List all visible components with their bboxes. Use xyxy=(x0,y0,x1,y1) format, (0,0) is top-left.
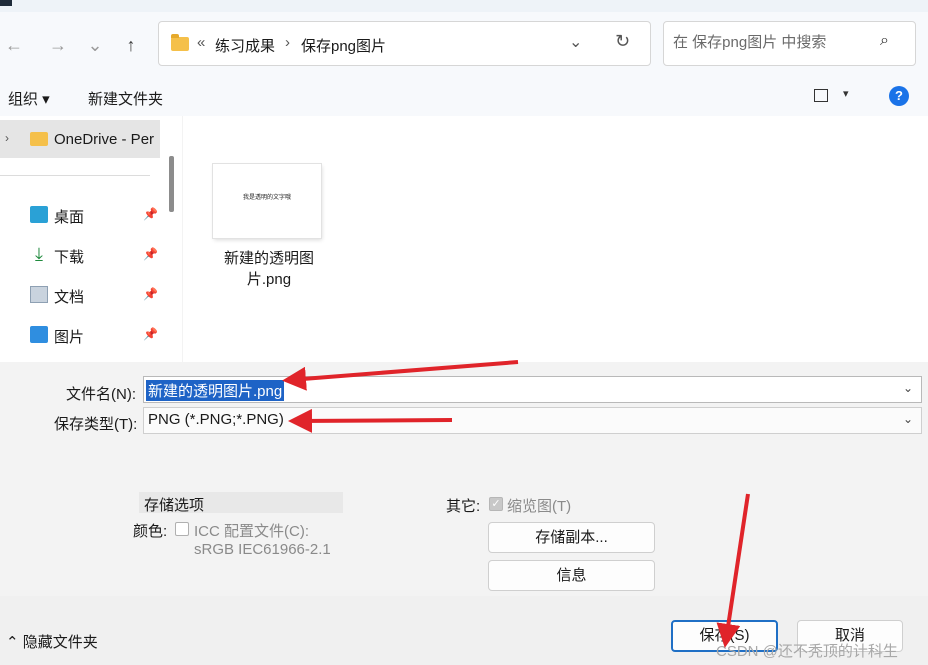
chevron-down-icon[interactable]: ⌄ xyxy=(903,381,913,395)
window-icon-fragment xyxy=(0,0,12,6)
chevron-right-icon[interactable]: › xyxy=(285,34,290,51)
pin-icon[interactable]: 📌 xyxy=(143,247,158,261)
filename-field[interactable]: 新建的透明图片.png ⌄ xyxy=(143,376,922,403)
icc-value: sRGB IEC61966-2.1 xyxy=(194,541,331,558)
other-label: 其它: xyxy=(446,498,481,515)
up-icon[interactable]: ↑ xyxy=(118,32,144,58)
pin-icon[interactable]: 📌 xyxy=(143,327,158,341)
sidebar-item-label: 桌面 xyxy=(54,209,85,226)
hide-folders-toggle[interactable]: ⌃ 隐藏文件夹 xyxy=(6,631,98,652)
organize-menu[interactable]: 组织 ▾ xyxy=(8,88,50,109)
breadcrumb-item[interactable]: 保存png图片 xyxy=(301,35,386,56)
sidebar-item-label: OneDrive - Per xyxy=(54,131,155,148)
filename-value[interactable]: 新建的透明图片.png xyxy=(146,380,285,401)
scrollbar-thumb[interactable] xyxy=(169,156,174,212)
view-icon[interactable] xyxy=(814,89,828,102)
filetype-label: 保存类型(T): xyxy=(54,416,138,433)
sidebar-item-documents[interactable]: 文档 📌 xyxy=(28,281,158,311)
sidebar-item-desktop[interactable]: 桌面 📌 xyxy=(28,201,158,231)
thumbnail-checkbox[interactable]: ✓ xyxy=(489,497,503,511)
desktop-icon xyxy=(30,206,48,223)
command-toolbar: 组织 ▾ 新建文件夹 ▾ ? xyxy=(0,78,928,116)
sidebar-item-onedrive[interactable]: › OneDrive - Per xyxy=(0,120,160,158)
file-name[interactable]: 新建的透明图片.png xyxy=(211,248,327,290)
expand-icon[interactable]: › xyxy=(5,131,9,145)
info-button[interactable]: 信息 xyxy=(488,560,655,591)
thumbnail-label: 缩览图(T) xyxy=(507,498,572,515)
icc-label: ICC 配置文件(C): xyxy=(194,523,309,540)
search-icon[interactable]: ⌕ xyxy=(880,32,889,50)
filename-label: 文件名(N): xyxy=(66,386,136,403)
back-icon[interactable]: ← xyxy=(1,32,27,58)
search-box[interactable]: ⌕ xyxy=(663,21,916,66)
chevron-down-icon[interactable]: ⌄ xyxy=(569,32,582,52)
window-top-strip xyxy=(0,0,928,12)
help-icon[interactable]: ? xyxy=(889,86,909,106)
pictures-icon xyxy=(30,326,48,343)
save-options-title: 存储选项 xyxy=(144,497,205,514)
thumbnail-text: 我是透明的文字哦 xyxy=(242,195,291,201)
sidebar-item-label: 下载 xyxy=(54,249,85,266)
dialog-footer: ⌃ 隐藏文件夹 保存(S) 取消 CSDN @还不秃顶的计科生 xyxy=(0,596,928,665)
search-input[interactable] xyxy=(673,34,873,51)
pin-icon[interactable]: 📌 xyxy=(143,207,158,221)
save-options-header: 存储选项 xyxy=(139,492,343,514)
pin-icon[interactable]: 📌 xyxy=(143,287,158,301)
view-dropdown-icon[interactable]: ▾ xyxy=(843,87,849,100)
recent-locations-icon[interactable]: ⌄ xyxy=(82,32,108,58)
forward-icon[interactable]: → xyxy=(45,32,71,58)
folder-icon xyxy=(171,34,189,51)
divider xyxy=(0,175,150,176)
file-thumbnail[interactable]: 我是透明的文字哦 xyxy=(213,164,321,238)
color-label: 颜色: xyxy=(133,523,168,540)
save-copy-button[interactable]: 存储副本... xyxy=(488,522,655,553)
watermark: CSDN @还不秃顶的计科生 xyxy=(716,643,898,660)
icc-checkbox[interactable] xyxy=(175,522,189,536)
navigation-pane: › OneDrive - Per 桌面 📌 ⤓ 下载 📌 文档 📌 图片 📌 xyxy=(0,116,182,362)
filetype-value[interactable]: PNG (*.PNG;*.PNG) xyxy=(146,411,286,428)
breadcrumb-overflow[interactable]: « xyxy=(197,34,205,51)
filetype-select[interactable]: PNG (*.PNG;*.PNG) ⌄ xyxy=(143,407,922,434)
breadcrumb[interactable]: « 练习成果 › 保存png图片 ⌄ ↻ xyxy=(158,21,651,66)
address-bar-area: ← → ⌄ ↑ « 练习成果 › 保存png图片 ⌄ ↻ ⌕ xyxy=(0,12,928,78)
folder-icon xyxy=(30,132,48,146)
refresh-icon[interactable]: ↻ xyxy=(615,31,630,52)
breadcrumb-item[interactable]: 练习成果 xyxy=(215,35,275,56)
sidebar-item-label: 图片 xyxy=(54,329,85,346)
sidebar-item-pictures[interactable]: 图片 📌 xyxy=(28,321,158,351)
new-folder-button[interactable]: 新建文件夹 xyxy=(88,88,163,109)
chevron-down-icon[interactable]: ⌄ xyxy=(903,412,913,426)
file-list: 我是透明的文字哦 新建的透明图片.png xyxy=(183,116,928,362)
sidebar-item-downloads[interactable]: ⤓ 下载 📌 xyxy=(28,241,158,271)
sidebar-item-label: 文档 xyxy=(54,289,85,306)
download-icon: ⤓ xyxy=(35,244,43,264)
document-icon xyxy=(30,286,48,303)
